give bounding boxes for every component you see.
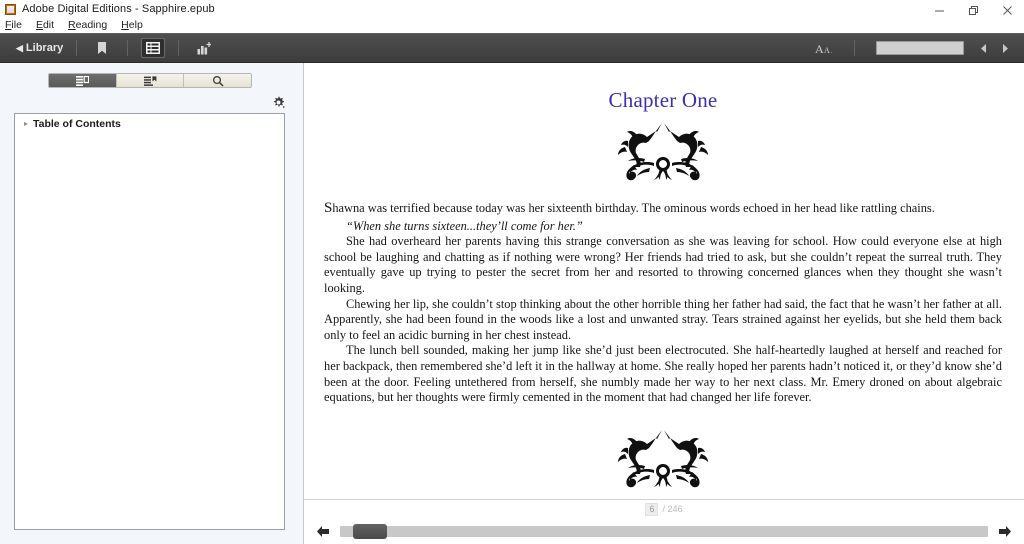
reading-pane: Chapter One Shawna was terrified because… — [304, 63, 1024, 544]
library-button-label: Library — [25, 42, 64, 54]
paragraph-2-quote: “When she turns sixteen...they’ll come f… — [346, 218, 583, 233]
menu-help-label: elp — [128, 18, 143, 31]
svg-text:A: A — [824, 46, 830, 55]
table-of-contents-panel[interactable]: ▸ Table of Contents — [14, 113, 285, 530]
minimize-icon[interactable] — [922, 1, 956, 19]
paragraph-4: Chewing her lip, she couldn’t stop think… — [324, 296, 1002, 342]
toc-root-label: Table of Contents — [33, 118, 121, 130]
sidebar-tab-group — [48, 73, 252, 88]
body-split: ▸ Table of Contents Chapter One Shawna w… — [0, 63, 1024, 544]
paragraph-5: The lunch bell sounded, making her jump … — [324, 343, 1002, 405]
menu-bar: File Edit Reading Help — [0, 17, 1024, 33]
current-page-input[interactable]: 6 — [645, 502, 659, 516]
menu-file[interactable]: File — [5, 19, 30, 31]
menu-help[interactable]: Help — [121, 19, 151, 31]
navigation-sidebar: ▸ Table of Contents — [0, 63, 304, 544]
table-of-contents-icon[interactable] — [141, 38, 166, 58]
tab-contents[interactable] — [49, 74, 117, 87]
window-title: Adobe Digital Editions - Sapphire.epub — [22, 3, 215, 15]
restore-icon[interactable] — [956, 1, 990, 19]
menu-file-label: ile — [11, 18, 22, 31]
toolbar-separator-1 — [76, 40, 78, 56]
window-controls — [922, 0, 1024, 20]
unicorn-flourish-ornament-icon — [618, 429, 708, 487]
scroll-right-button[interactable] — [996, 522, 1014, 540]
paragraph-1: Shawna was terrified because today was h… — [324, 200, 1002, 217]
scroll-left-button[interactable] — [314, 522, 332, 540]
paragraph-3: She had overheard her parents having thi… — [324, 234, 1002, 295]
tab-bookmarks[interactable] — [116, 74, 185, 87]
total-pages: 246 — [667, 504, 683, 514]
svg-text:A: A — [815, 42, 824, 55]
page-content: Chapter One Shawna was terrified because… — [304, 63, 1024, 499]
library-button[interactable]: ◀ Library — [16, 42, 63, 54]
menu-reading-label: eading — [75, 18, 108, 31]
scrollbar-track[interactable] — [340, 523, 988, 539]
page-scrollbar — [304, 518, 1024, 544]
toc-root-row[interactable]: ▸ Table of Contents — [15, 116, 284, 132]
chapter-title: Chapter One — [608, 88, 718, 112]
menu-edit[interactable]: Edit — [36, 19, 62, 31]
tab-search[interactable] — [184, 74, 251, 87]
toolbar-separator-2 — [127, 40, 129, 56]
unicorn-flourish-ornament-icon — [618, 123, 708, 181]
ornament-top — [324, 121, 1002, 183]
title-bar: Adobe Digital Editions - Sapphire.epub — [0, 0, 1024, 17]
page-indicator: 6 / 246 — [645, 502, 683, 516]
app-icon — [5, 3, 16, 15]
search-input[interactable] — [876, 41, 964, 55]
menu-edit-label: dit — [42, 18, 55, 31]
page-total-label: / 246 — [662, 504, 682, 514]
previous-page-button[interactable] — [972, 38, 994, 58]
main-toolbar: ◀ Library A A . — [0, 33, 1024, 63]
back-caret-icon: ◀ — [16, 42, 23, 53]
toolbar-separator-3 — [178, 40, 180, 56]
toolbar-right-group: A A . — [815, 34, 1016, 62]
font-size-icon[interactable]: A A . — [815, 41, 837, 55]
page-status-strip: 6 / 246 — [304, 499, 1024, 518]
toolbar-left-group: ◀ Library — [0, 38, 216, 58]
scrollbar-thumb[interactable] — [352, 523, 387, 539]
gear-icon[interactable] — [271, 95, 285, 109]
close-icon[interactable] — [990, 1, 1024, 19]
page-separator: / — [662, 504, 665, 514]
ornament-bottom — [324, 428, 1002, 490]
next-page-button[interactable] — [994, 38, 1016, 58]
toolbar-separator-4 — [854, 40, 855, 56]
chevron-right-icon[interactable]: ▸ — [21, 120, 31, 128]
paragraph-1-text: hawna was terrified because today was he… — [332, 201, 935, 215]
bookmark-icon[interactable] — [90, 38, 114, 58]
add-highlight-icon[interactable] — [192, 38, 216, 58]
menu-reading[interactable]: Reading — [68, 19, 115, 31]
svg-text:.: . — [831, 49, 833, 55]
adobe-digital-editions-window: Adobe Digital Editions - Sapphire.epub F… — [0, 0, 1024, 544]
